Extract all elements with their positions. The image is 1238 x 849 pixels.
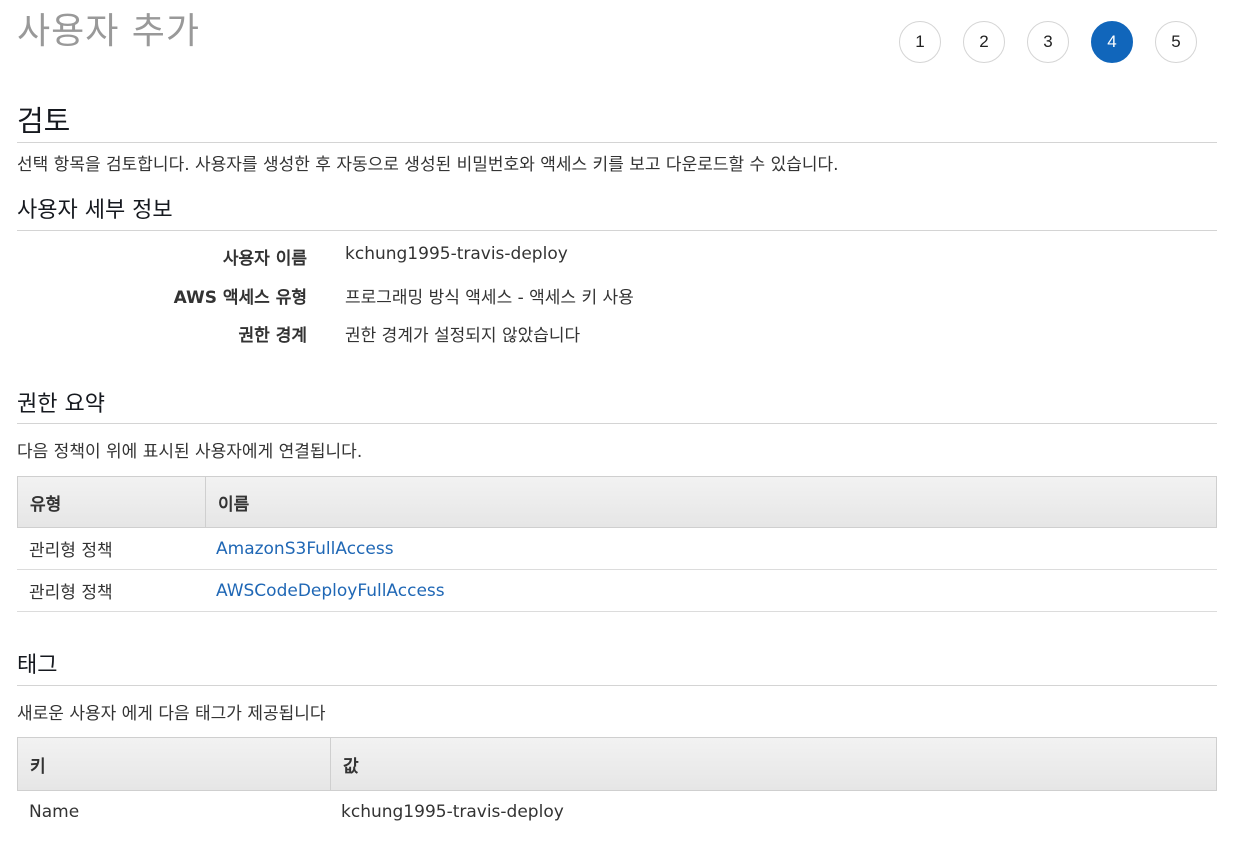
detail-value: 권한 경계가 설정되지 않았습니다 (345, 326, 581, 346)
step-4-button-active[interactable]: 4 (1091, 21, 1133, 63)
wizard-steps: 1 2 3 4 5 (899, 21, 1197, 63)
tags-heading: 태그 (17, 653, 58, 678)
review-description: 선택 항목을 검토합니다. 사용자를 생성한 후 자동으로 생성된 비밀번호와 … (17, 155, 839, 175)
tags-description: 새로운 사용자 에게 다음 태그가 제공됩니다 (17, 704, 326, 724)
detail-row-permission-boundary: 권한 경계 권한 경계가 설정되지 않았습니다 (0, 321, 1000, 347)
divider (17, 230, 1217, 231)
divider (17, 423, 1217, 424)
user-details-heading: 사용자 세부 정보 (17, 198, 173, 223)
add-user-page: 사용자 추가 1 2 3 4 5 검토 선택 항목을 검토합니다. 사용자를 생… (0, 0, 1238, 849)
detail-value: kchung1995-travis-deploy (345, 244, 568, 264)
step-2-button[interactable]: 2 (963, 21, 1005, 63)
table-header: 유형 이름 (17, 476, 1217, 528)
detail-label: 권한 경계 (238, 326, 307, 346)
permissions-description: 다음 정책이 위에 표시된 사용자에게 연결됩니다. (17, 442, 363, 462)
policy-link[interactable]: AmazonS3FullAccess (216, 539, 394, 559)
permissions-table: 유형 이름 관리형 정책 AmazonS3FullAccess 관리형 정책 A… (17, 476, 1217, 612)
step-5-button[interactable]: 5 (1155, 21, 1197, 63)
policy-link[interactable]: AWSCodeDeployFullAccess (216, 581, 445, 601)
table-row: Name kchung1995-travis-deploy (17, 791, 1217, 833)
tag-value: kchung1995-travis-deploy (341, 802, 564, 822)
divider (17, 142, 1217, 143)
detail-row-username: 사용자 이름 kchung1995-travis-deploy (0, 244, 1000, 270)
tag-key: Name (29, 802, 80, 822)
review-heading: 검토 (17, 104, 71, 138)
column-header-name[interactable]: 이름 (205, 477, 1216, 527)
tags-table: 키 값 Name kchung1995-travis-deploy (17, 737, 1217, 833)
permissions-heading: 권한 요약 (17, 392, 105, 417)
detail-row-access-type: AWS 액세스 유형 프로그래밍 방식 액세스 - 액세스 키 사용 (0, 283, 1000, 309)
step-1-button[interactable]: 1 (899, 21, 941, 63)
page-title: 사용자 추가 (17, 11, 201, 52)
policy-type: 관리형 정책 (29, 583, 113, 603)
table-row: 관리형 정책 AmazonS3FullAccess (17, 528, 1217, 570)
column-header-key[interactable]: 키 (18, 738, 330, 790)
step-3-button[interactable]: 3 (1027, 21, 1069, 63)
column-header-type[interactable]: 유형 (18, 477, 205, 527)
column-header-value[interactable]: 값 (330, 738, 1216, 790)
table-row: 관리형 정책 AWSCodeDeployFullAccess (17, 570, 1217, 612)
table-header: 키 값 (17, 737, 1217, 791)
detail-label: AWS 액세스 유형 (173, 288, 307, 308)
detail-label: 사용자 이름 (222, 249, 307, 269)
divider (17, 685, 1217, 686)
policy-type: 관리형 정책 (29, 541, 113, 561)
detail-value: 프로그래밍 방식 액세스 - 액세스 키 사용 (345, 288, 634, 308)
